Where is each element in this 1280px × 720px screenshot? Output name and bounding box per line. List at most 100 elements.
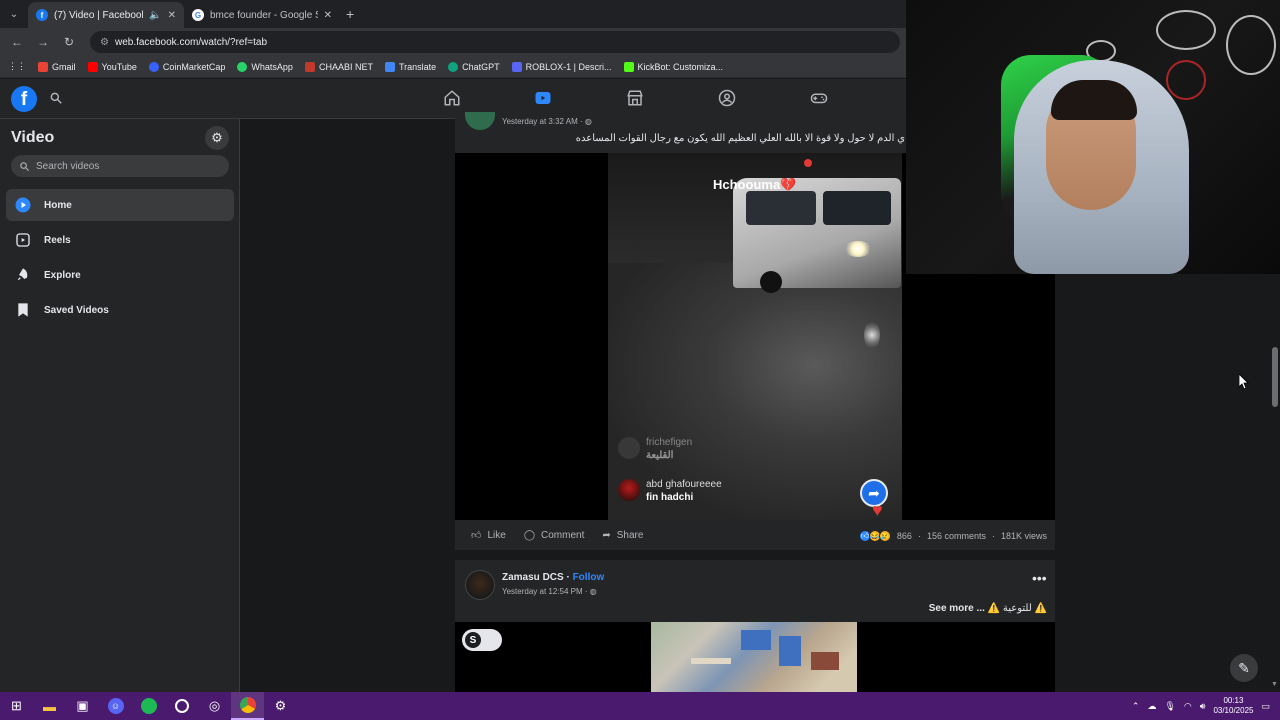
- marketplace-icon[interactable]: [625, 88, 645, 108]
- chaabi-icon: [304, 61, 315, 72]
- avatar: [618, 437, 640, 459]
- chevron-up-icon[interactable]: ⌃: [1132, 701, 1140, 712]
- post-timestamp[interactable]: Yesterday at 3:32 AM · ◍: [502, 117, 592, 126]
- reactions-summary[interactable]: 👍︎ 😂 😢: [858, 530, 891, 542]
- comment-count[interactable]: 156 comments: [927, 531, 986, 541]
- post-timestamp[interactable]: Yesterday at 12:54 PM · ◍: [502, 587, 597, 596]
- search-videos-field[interactable]: [11, 155, 229, 177]
- map-image[interactable]: [651, 622, 857, 692]
- share-icon: ➦: [602, 529, 611, 541]
- video-overlay-comment: abd ghafoureeee fin hadchi: [618, 479, 722, 503]
- search-icon[interactable]: [45, 87, 67, 109]
- forward-icon[interactable]: →: [32, 31, 54, 53]
- more-options-icon[interactable]: •••: [1032, 570, 1047, 586]
- author-name[interactable]: Zamasu DCS: [502, 572, 564, 583]
- avatar[interactable]: [465, 570, 495, 600]
- microphone-icon[interactable]: 🎙︎: [1164, 701, 1175, 712]
- back-icon[interactable]: ←: [6, 31, 28, 53]
- video-scene-reflection: [864, 321, 880, 349]
- avatar: [618, 479, 640, 501]
- store-icon[interactable]: ▣: [66, 692, 99, 720]
- sidebar-item-explore[interactable]: Explore: [6, 259, 234, 291]
- clock-time: 00:13: [1223, 696, 1244, 705]
- google-icon: G: [192, 9, 204, 21]
- bookmark-coinmarketcap[interactable]: CoinMarketCap: [148, 61, 225, 72]
- view-count: 181K views: [1000, 531, 1047, 541]
- bookmark-chatgpt[interactable]: ChatGPT: [448, 61, 500, 72]
- video-scene-taillight: [804, 159, 812, 167]
- mouse-cursor-icon: [1239, 374, 1249, 390]
- tab-google-search[interactable]: G bmce founder - Google Search ✕: [184, 2, 340, 28]
- search-videos-input[interactable]: [36, 160, 216, 172]
- bookmark-roblox[interactable]: ROBLOX-1 | Descri...: [511, 61, 612, 72]
- file-explorer-icon[interactable]: ▬: [33, 692, 66, 720]
- home-icon[interactable]: [442, 88, 462, 108]
- bookmark-kickbot[interactable]: KickBot: Customiza...: [623, 61, 723, 72]
- scroll-down-icon[interactable]: ▼: [1271, 681, 1278, 688]
- watch-icon[interactable]: [533, 88, 553, 108]
- kickbot-icon: [623, 61, 634, 72]
- discord-icon[interactable]: ☺: [99, 692, 132, 720]
- broken-heart-icon: 💔: [780, 177, 797, 192]
- obs-icon[interactable]: [165, 692, 198, 720]
- globe-icon: ◍: [584, 117, 592, 126]
- bookmark-gmail[interactable]: Gmail: [38, 61, 76, 72]
- settings-gear-icon[interactable]: ⚙: [205, 126, 229, 150]
- site-info-icon[interactable]: ⚙: [100, 37, 109, 48]
- sidebar-item-reels[interactable]: Reels: [6, 224, 234, 256]
- close-tab-icon[interactable]: ✕: [168, 10, 176, 21]
- search-icon: [20, 161, 30, 171]
- see-more-link[interactable]: See more ...: [929, 603, 985, 614]
- new-tab-icon[interactable]: +: [346, 6, 354, 22]
- youtube-icon: [87, 61, 98, 72]
- bookmark-youtube[interactable]: YouTube: [87, 61, 137, 72]
- like-button[interactable]: 👍︎ Like: [471, 529, 506, 542]
- bookmark-whatsapp[interactable]: WhatsApp: [237, 61, 293, 72]
- url-field[interactable]: ⚙ web.facebook.com/watch/?ref=tab: [90, 31, 900, 53]
- sidebar-item-home[interactable]: Home: [6, 189, 234, 221]
- post-media[interactable]: [455, 622, 1055, 692]
- bookmark-chaabi-net[interactable]: CHAABI NET: [304, 61, 373, 72]
- separator: ·: [991, 531, 995, 541]
- facebook-logo-icon[interactable]: f: [11, 86, 37, 112]
- settings-gear-icon[interactable]: ⚙: [264, 692, 297, 720]
- bookmark-translate[interactable]: Translate: [384, 61, 436, 72]
- tab-facebook[interactable]: f (7) Video | Facebook 🔈 ✕: [28, 2, 184, 28]
- mute-icon[interactable]: 🔈: [149, 10, 161, 21]
- comment-button[interactable]: ◯ Comment: [524, 530, 585, 541]
- scrollbar-thumb[interactable]: [1272, 347, 1278, 407]
- follow-button[interactable]: Follow: [573, 572, 605, 583]
- reaction-count[interactable]: 866: [897, 531, 912, 541]
- groups-icon[interactable]: [717, 88, 737, 108]
- sidebar-item-label: Home: [44, 199, 72, 211]
- chrome-icon[interactable]: [231, 692, 264, 720]
- clock[interactable]: 00:13 03/10/2025: [1213, 696, 1253, 716]
- windows-start-icon[interactable]: ⊞: [0, 692, 33, 720]
- notification-icon[interactable]: ▭: [1261, 701, 1270, 712]
- thumbs-up-icon: 👍︎: [471, 530, 482, 541]
- skype-icon: S: [465, 632, 481, 648]
- tab-search-icon[interactable]: ⌄: [0, 0, 28, 28]
- skype-toggle[interactable]: S: [462, 629, 502, 651]
- wifi-icon[interactable]: ◠: [1184, 701, 1192, 712]
- apps-icon[interactable]: ⋮⋮: [8, 61, 26, 72]
- spotify-icon[interactable]: [132, 692, 165, 720]
- whatsapp-icon: [237, 61, 248, 72]
- post-stats: 👍︎ 😂 😢 866 · 156 comments · 181K views: [858, 530, 1047, 542]
- sidebar-item-saved-videos[interactable]: Saved Videos: [6, 294, 234, 326]
- chatgpt-icon: [448, 61, 459, 72]
- compose-icon[interactable]: ✎: [1230, 654, 1258, 682]
- play-icon: [14, 196, 32, 214]
- gaming-icon[interactable]: [809, 88, 829, 108]
- share-button[interactable]: ➦ Share: [602, 530, 643, 541]
- steam-icon[interactable]: ◎: [198, 692, 231, 720]
- cloud-icon[interactable]: ☁: [1147, 701, 1156, 712]
- video-scene-window: [823, 191, 891, 225]
- video-frame[interactable]: Hchoouma💔 frichefigen القليعة abd ghafou…: [608, 153, 902, 520]
- reload-icon[interactable]: ↻: [58, 31, 80, 53]
- comment-icon: ◯: [523, 529, 536, 541]
- volume-icon[interactable]: 🔊︎: [1200, 701, 1206, 712]
- bookmark-icon: [14, 301, 32, 319]
- gmail-icon: [38, 61, 48, 72]
- close-tab-icon[interactable]: ✕: [324, 10, 332, 21]
